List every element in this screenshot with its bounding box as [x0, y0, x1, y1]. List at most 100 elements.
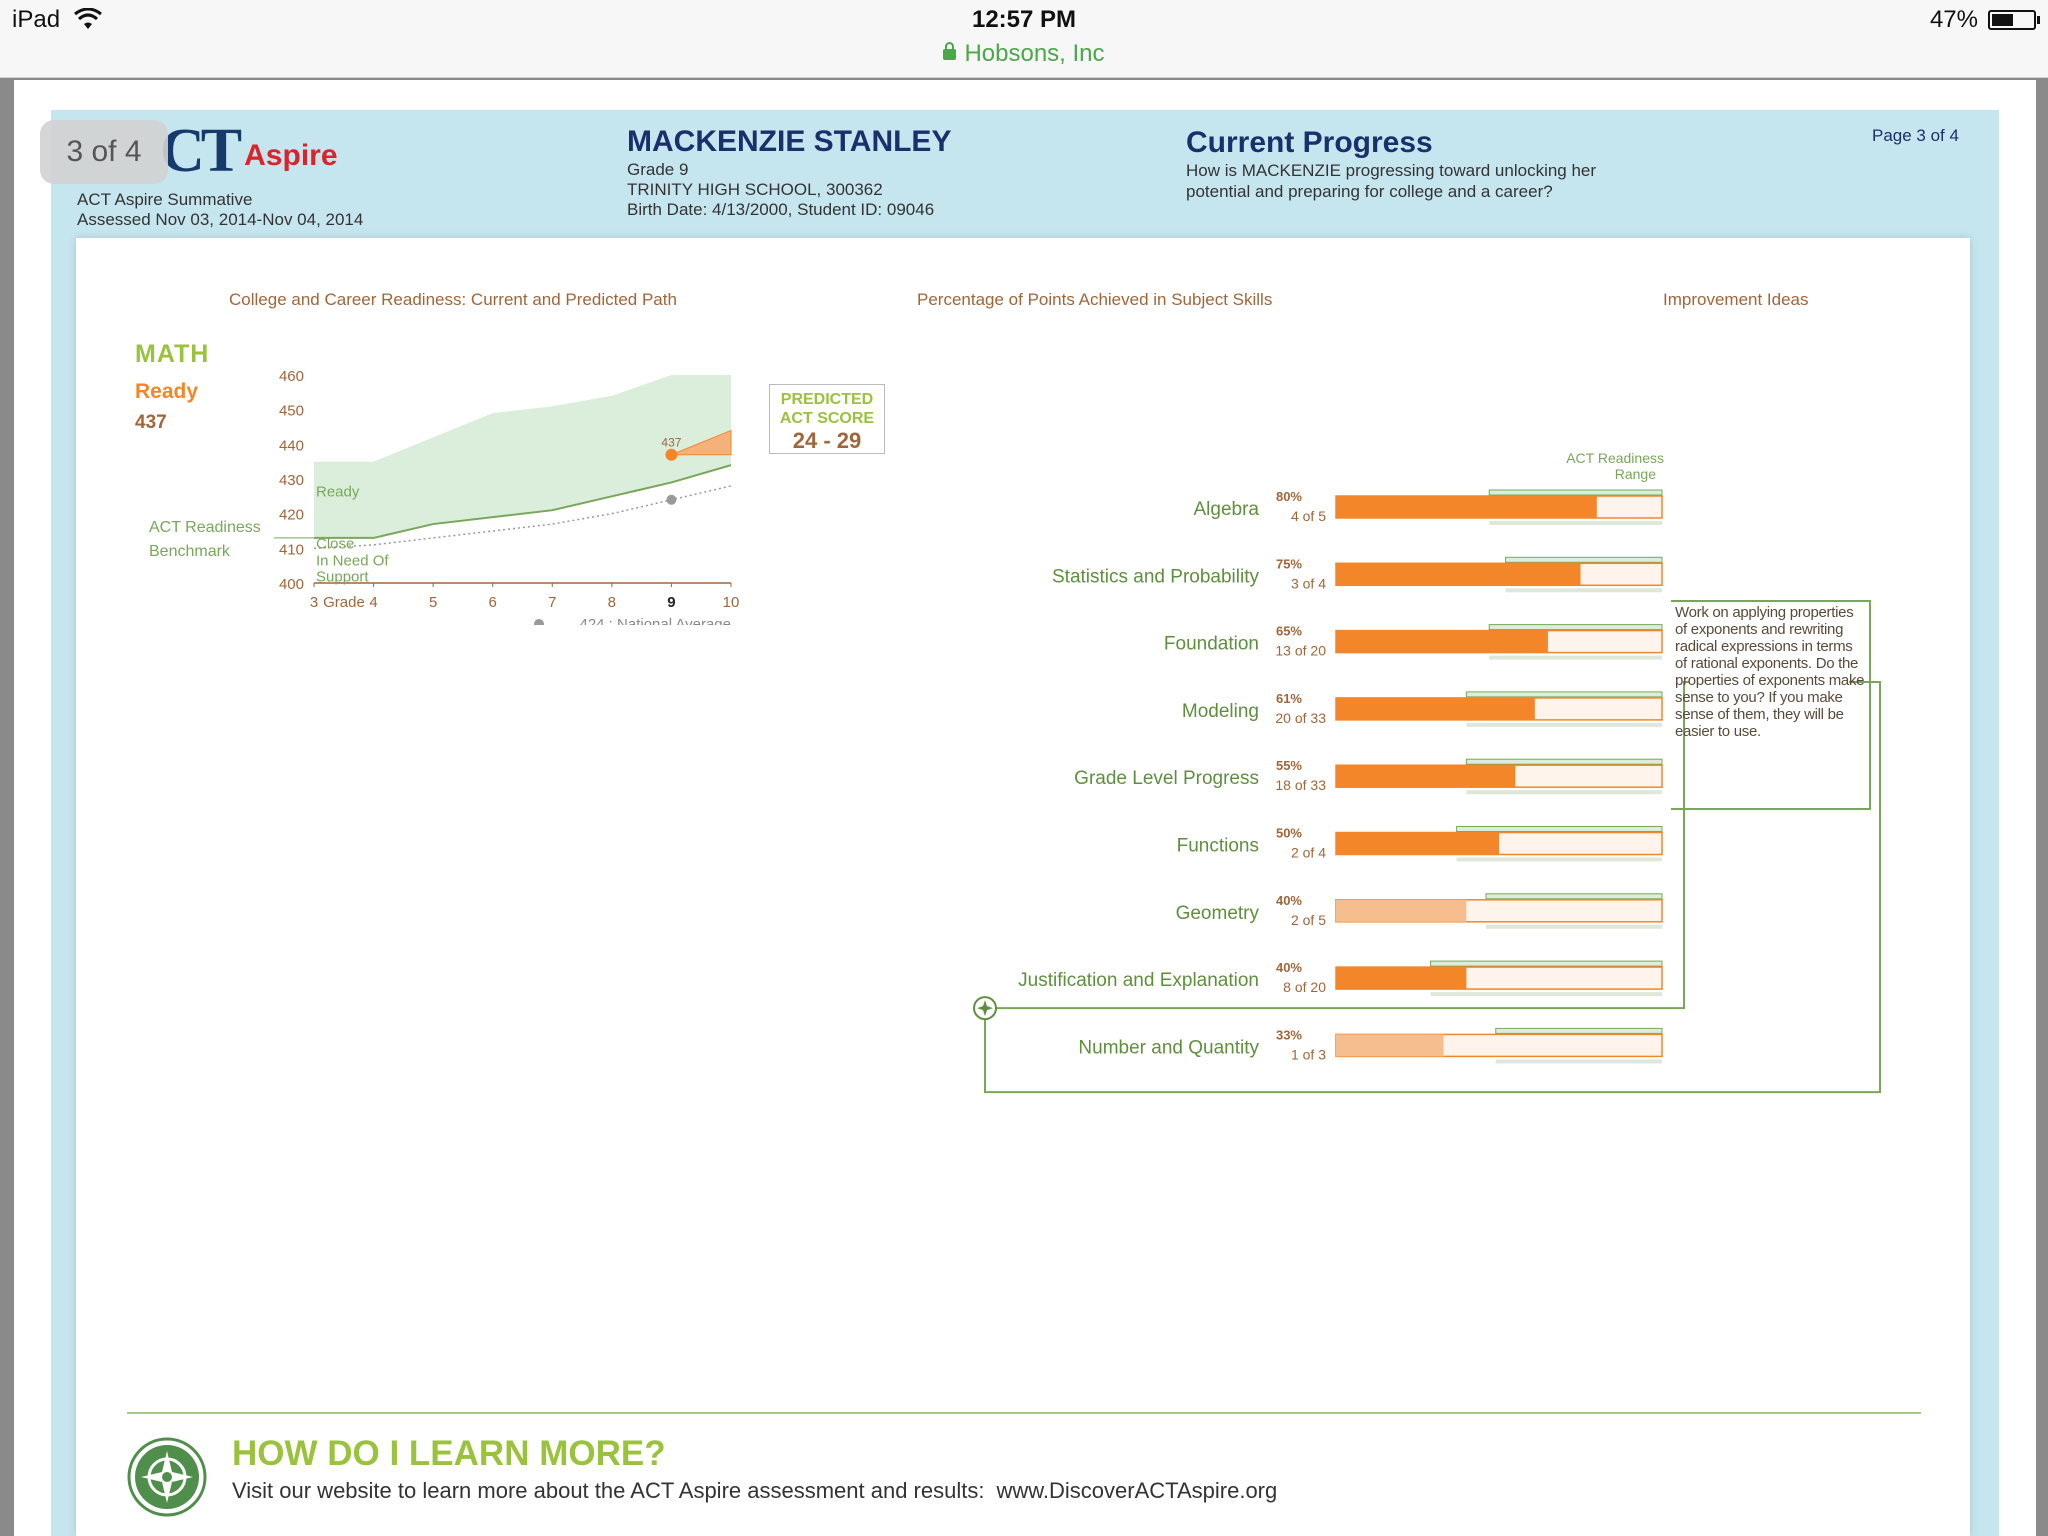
- skill-points: 1 of 3: [1291, 1046, 1326, 1062]
- x-tick-label: 4: [369, 594, 377, 611]
- skill-percent: 80%: [1276, 489, 1302, 504]
- left-border: [51, 240, 76, 1536]
- y-tick-label: 460: [279, 368, 304, 385]
- readiness-range-marker: [1465, 691, 1663, 698]
- band-label-need: In Need Of: [316, 552, 389, 569]
- test-name: ACT Aspire Summative: [77, 190, 253, 209]
- readiness-range-marker: [1430, 960, 1663, 967]
- readiness-range-shadow: [1430, 992, 1662, 997]
- footer-description: Visit our website to learn more about th…: [232, 1478, 985, 1503]
- benchmark-label-2: Benchmark: [149, 543, 231, 560]
- path-chart-heading: College and Career Readiness: Current an…: [229, 290, 677, 309]
- compass-badge-icon: [127, 1437, 207, 1517]
- skill-points: 20 of 33: [1275, 710, 1326, 726]
- skill-points: 3 of 4: [1291, 575, 1326, 591]
- readiness-range-marker: [1505, 556, 1663, 563]
- skill-points: 8 of 20: [1283, 979, 1326, 995]
- section-question: How is MACKENZIE progressing toward unlo…: [1186, 161, 1597, 201]
- improvement-idea-text: Work on applying properties of exponents…: [1671, 600, 1871, 810]
- browser-top-bar: iPad 12:57 PM 47% Hobsons, Inc: [0, 0, 2048, 78]
- skill-bar-fill: [1336, 765, 1516, 788]
- predicted-label-1: PREDICTED: [780, 391, 874, 408]
- x-tick-label: 3: [310, 594, 318, 611]
- readiness-path-chart: 437 460 450 440 430 420 410 400 Grade 3 4 5 6 7 8 9 10 Re…: [149, 368, 739, 625]
- skill-percent: 55%: [1276, 758, 1302, 773]
- y-tick-label: 440: [279, 437, 304, 454]
- skill-bar-fill: [1336, 496, 1597, 518]
- battery-level-fill: [1992, 14, 2013, 26]
- skill-percent: 65%: [1276, 624, 1302, 639]
- skill-points: 18 of 33: [1275, 777, 1326, 793]
- student-grade: Grade 9: [627, 160, 689, 179]
- skill-name: Geometry: [1176, 903, 1260, 924]
- national-average-point: [666, 494, 677, 505]
- skill-points: 2 of 4: [1291, 845, 1326, 861]
- battery-percent: 47%: [1929, 6, 1978, 33]
- x-tick-label: 8: [608, 594, 616, 611]
- skill-name: Statistics and Probability: [1052, 566, 1259, 587]
- x-tick-label: 9: [667, 594, 675, 611]
- predicted-label-2: ACT SCORE: [779, 410, 875, 427]
- footer-text: Visit our website to learn more about th…: [232, 1478, 1277, 1504]
- skill-percent: 40%: [1276, 893, 1302, 908]
- page-number: Page 3 of 4: [1872, 126, 1959, 145]
- skill-percent: 61%: [1276, 691, 1302, 706]
- act-aspire-logo: CT Aspire: [160, 117, 338, 185]
- readiness-range-shadow: [1485, 924, 1662, 929]
- readiness-range-shadow: [1466, 790, 1662, 795]
- y-tick-label: 430: [279, 472, 304, 489]
- battery-icon: [1988, 10, 2040, 30]
- student-school: TRINITY HIGH SCHOOL, 300362: [627, 180, 883, 199]
- readiness-range-marker: [1488, 624, 1663, 631]
- skill-percent: 75%: [1276, 556, 1302, 571]
- range-label-1: ACT Readiness: [1566, 450, 1664, 466]
- x-tick-label: 7: [548, 594, 556, 611]
- readiness-range-marker: [1456, 826, 1663, 832]
- skill-bar-fill: [1336, 563, 1581, 586]
- footer-divider: [127, 1412, 1921, 1414]
- band-label-ready: Ready: [316, 483, 360, 500]
- student-score-label: 437: [661, 436, 681, 450]
- x-tick-label: 6: [489, 594, 497, 611]
- lock-icon: [943, 42, 957, 60]
- y-tick-label: 410: [279, 541, 304, 558]
- readiness-range-shadow: [1505, 588, 1662, 593]
- predicted-range: 24 - 29: [792, 428, 862, 453]
- student-birth-id: Birth Date: 4/13/2000, Student ID: 09046: [627, 200, 935, 219]
- legend-national-average: 424 : National Average: [579, 616, 731, 625]
- skill-percent: 50%: [1276, 826, 1302, 841]
- readiness-range-shadow: [1495, 1059, 1662, 1064]
- section-title: Current Progress: [1186, 126, 1433, 159]
- readiness-range-marker: [1495, 1027, 1663, 1034]
- skill-bar-fill: [1336, 899, 1467, 922]
- assessed-dates: Assessed Nov 03, 2014-Nov 04, 2014: [77, 210, 364, 229]
- readiness-range-marker: [1485, 893, 1663, 900]
- footer-title: HOW DO I LEARN MORE?: [232, 1434, 666, 1473]
- address-bar[interactable]: Hobsons, Inc: [0, 40, 2048, 68]
- readiness-range-shadow: [1489, 521, 1662, 525]
- band-label-support: Support: [316, 568, 369, 585]
- skill-points: 13 of 20: [1275, 643, 1326, 659]
- skills-chart-heading: Percentage of Points Achieved in Subject…: [917, 290, 1273, 309]
- page-counter-badge: 3 of 4: [40, 120, 168, 184]
- skill-name: Algebra: [1194, 499, 1260, 520]
- readiness-range-shadow: [1489, 655, 1662, 660]
- skill-name: Modeling: [1182, 701, 1259, 722]
- y-tick-label: 400: [279, 576, 304, 593]
- right-border: [1970, 240, 1999, 1536]
- skill-name: Number and Quantity: [1078, 1037, 1259, 1058]
- skill-name: Justification and Explanation: [1018, 970, 1259, 991]
- skill-bar-fill: [1336, 697, 1535, 720]
- band-label-close: Close: [316, 535, 354, 552]
- range-label-2: Range: [1615, 466, 1656, 482]
- y-tick-label: 450: [279, 403, 304, 420]
- skill-points: 2 of 5: [1291, 912, 1326, 928]
- skill-bar-fill: [1336, 832, 1499, 855]
- website-link[interactable]: www.DiscoverACTAspire.org: [996, 1478, 1277, 1503]
- clock: 12:57 PM: [971, 6, 1077, 33]
- site-name: Hobsons, Inc: [964, 40, 1105, 67]
- skill-name: Grade Level Progress: [1074, 768, 1259, 789]
- skill-percent: 40%: [1276, 960, 1302, 975]
- readiness-range-shadow: [1456, 857, 1662, 862]
- report-page: CT Aspire 3 of 4 ACT Aspire Summative Ass…: [14, 80, 2036, 1536]
